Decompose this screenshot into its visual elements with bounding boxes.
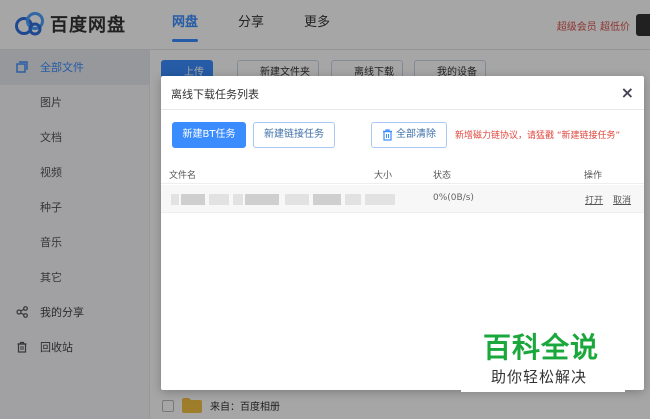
watermark: 百科全说 助你轻松解决 [461, 330, 625, 392]
cancel-link[interactable]: 取消 [613, 193, 631, 206]
new-link-task-button[interactable]: 新建链接任务 [253, 122, 335, 148]
column-header-size: 大小 [374, 171, 393, 181]
clear-all-button[interactable]: 全部清除 [371, 122, 447, 148]
dialog-title: 离线下载任务列表 [171, 88, 259, 101]
task-status: 0%(0B/s) [433, 193, 474, 203]
watermark-title: 百科全说 [483, 331, 600, 364]
dialog-header: 离线下载任务列表 × [161, 76, 644, 110]
watermark-subtitle: 助你轻松解决 [491, 368, 588, 386]
new-bt-task-button[interactable]: 新建BT任务 [172, 122, 246, 148]
column-header-name: 文件名 [169, 171, 197, 181]
trash-icon [383, 129, 392, 141]
close-icon[interactable]: × [621, 83, 634, 103]
table-row: 0%(0B/s) 打开 取消 [161, 185, 644, 213]
clear-all-label: 全部清除 [396, 129, 436, 140]
open-link[interactable]: 打开 [585, 193, 603, 206]
magnet-hint-text: 新增磁力链协议，请猛戳 “新建链接任务” [455, 131, 621, 141]
column-header-actions: 操作 [584, 171, 603, 181]
task-table-header: 文件名 大小 状态 操作 [161, 164, 644, 184]
column-header-status: 状态 [433, 171, 452, 181]
